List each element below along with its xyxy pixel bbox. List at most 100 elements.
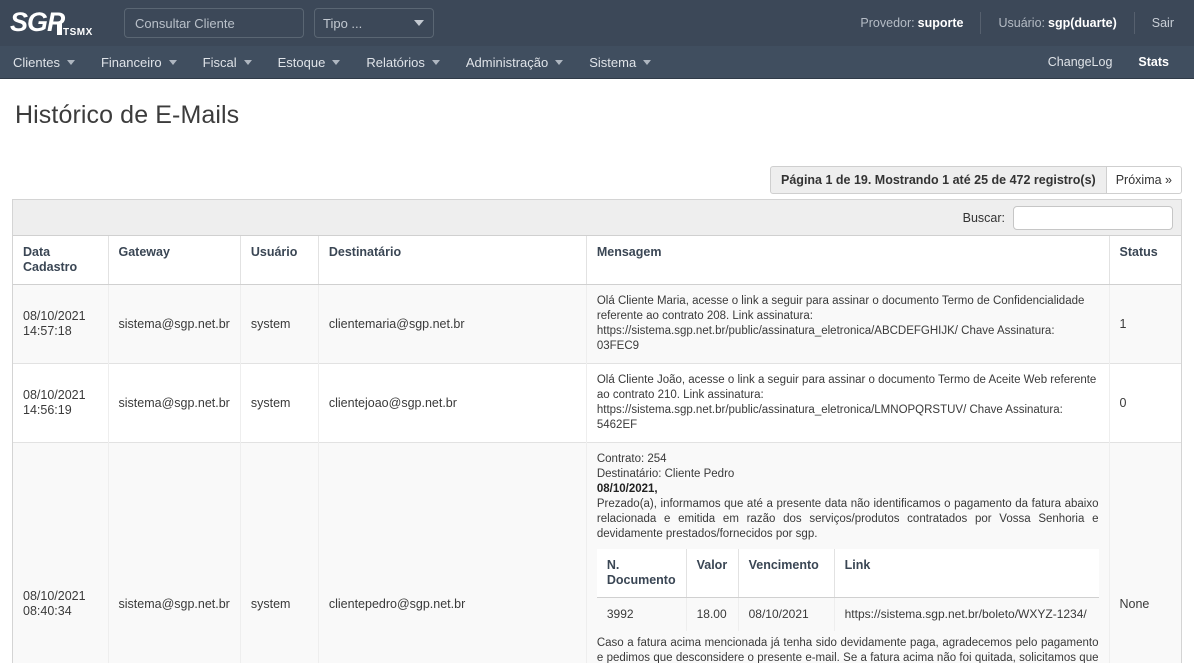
msg-paragraph-1: Prezado(a), informamos que até a present… bbox=[597, 497, 1099, 542]
pagination-info: Página 1 de 19. Mostrando 1 até 25 de 47… bbox=[770, 166, 1107, 194]
invoice-col-doc-line2: Documento bbox=[607, 573, 676, 588]
nav-label-financeiro: Financeiro bbox=[101, 55, 162, 70]
nav-item-stats[interactable]: Stats bbox=[1125, 46, 1182, 79]
invoice-table: N. Documento Valor Vencimento Link bbox=[597, 549, 1099, 631]
nav-item-financeiro[interactable]: Financeiro bbox=[88, 46, 190, 79]
nav-label-fiscal: Fiscal bbox=[203, 55, 237, 70]
cell-destinatario: clientepedro@sgp.net.br bbox=[318, 443, 586, 663]
invoice-col-documento: N. Documento bbox=[597, 549, 686, 598]
email-history-table: Data Cadastro Gateway Usuário Destinatár… bbox=[13, 236, 1181, 663]
datatable-toolbar: Buscar: bbox=[13, 200, 1181, 236]
column-header-destinatario[interactable]: Destinatário bbox=[318, 236, 586, 285]
table-row[interactable]: 08/10/2021 08:40:34 sistema@sgp.net.br s… bbox=[13, 443, 1181, 663]
cell-data-cadastro: 08/10/2021 14:57:18 bbox=[13, 285, 108, 364]
nav-item-sistema[interactable]: Sistema bbox=[576, 46, 664, 79]
cell-gateway: sistema@sgp.net.br bbox=[108, 364, 240, 443]
cell-data-cadastro: 08/10/2021 08:40:34 bbox=[13, 443, 108, 663]
invoice-col-link: Link bbox=[834, 549, 1098, 598]
nav-label-clientes: Clientes bbox=[13, 55, 60, 70]
datatable-container: Buscar: Data Cadastro Gateway Usuário De… bbox=[12, 199, 1182, 663]
nav-item-fiscal[interactable]: Fiscal bbox=[190, 46, 265, 79]
column-header-mensagem[interactable]: Mensagem bbox=[586, 236, 1109, 285]
invoice-cell-link[interactable]: https://sistema.sgp.net.br/boleto/WXYZ-1… bbox=[834, 598, 1098, 632]
page-content: Histórico de E-Mails Página 1 de 19. Mos… bbox=[0, 101, 1194, 663]
top-header-bar: SGP TSMX Tipo ... Provedor: suporte Usuá… bbox=[0, 0, 1194, 46]
nav-label-estoque: Estoque bbox=[278, 55, 326, 70]
chevron-down-icon bbox=[67, 60, 75, 65]
nav-label-administracao: Administração bbox=[466, 55, 548, 70]
column-header-data-line1: Data bbox=[23, 245, 98, 260]
search-label: Buscar: bbox=[963, 211, 1005, 225]
user-value: sgp(duarte) bbox=[1048, 16, 1117, 30]
msg-contrato: Contrato: 254 bbox=[597, 452, 1099, 467]
invoice-cell-valor: 18.00 bbox=[686, 598, 738, 632]
invoice-cell-vencimento: 08/10/2021 bbox=[738, 598, 834, 632]
provider-info: Provedor: suporte bbox=[843, 12, 980, 34]
provider-label: Provedor: bbox=[860, 16, 914, 30]
invoice-table-body: 3992 18.00 08/10/2021 https://sistema.sg… bbox=[597, 598, 1099, 632]
invoice-row: 3992 18.00 08/10/2021 https://sistema.sg… bbox=[597, 598, 1099, 632]
row-time: 14:56:19 bbox=[23, 403, 98, 418]
pagination-controls: Página 1 de 19. Mostrando 1 até 25 de 47… bbox=[12, 166, 1182, 194]
chevron-down-icon bbox=[169, 60, 177, 65]
invoice-header-row: N. Documento Valor Vencimento Link bbox=[597, 549, 1099, 598]
user-label: Usuário: bbox=[998, 16, 1045, 30]
column-header-status[interactable]: Status bbox=[1109, 236, 1181, 285]
row-date: 08/10/2021 bbox=[23, 309, 98, 324]
cell-destinatario: clientemaria@sgp.net.br bbox=[318, 285, 586, 364]
cell-status: 0 bbox=[1109, 364, 1181, 443]
table-header: Data Cadastro Gateway Usuário Destinatár… bbox=[13, 236, 1181, 285]
nav-item-clientes[interactable]: Clientes bbox=[0, 46, 88, 79]
page-title: Histórico de E-Mails bbox=[15, 101, 1182, 130]
main-navigation-bar: Clientes Financeiro Fiscal Estoque Relat… bbox=[0, 46, 1194, 79]
header-right-group: Provedor: suporte Usuário: sgp(duarte) S… bbox=[843, 0, 1180, 46]
column-header-gateway[interactable]: Gateway bbox=[108, 236, 240, 285]
cell-mensagem: Olá Cliente Maria, acesse o link a segui… bbox=[586, 285, 1109, 364]
invoice-cell-documento: 3992 bbox=[597, 598, 686, 632]
cell-data-cadastro: 08/10/2021 14:56:19 bbox=[13, 364, 108, 443]
cell-usuario: system bbox=[240, 443, 318, 663]
nav-item-administracao[interactable]: Administração bbox=[453, 46, 576, 79]
invoice-table-header: N. Documento Valor Vencimento Link bbox=[597, 549, 1099, 598]
cell-mensagem-detailed: Contrato: 254 Destinatário: Cliente Pedr… bbox=[586, 443, 1109, 663]
chevron-down-icon bbox=[332, 60, 340, 65]
cell-destinatario: clientejoao@sgp.net.br bbox=[318, 364, 586, 443]
chevron-down-icon bbox=[244, 60, 252, 65]
nav-label-relatorios: Relatórios bbox=[366, 55, 425, 70]
column-header-usuario[interactable]: Usuário bbox=[240, 236, 318, 285]
search-client-input[interactable] bbox=[124, 8, 304, 38]
logout-link[interactable]: Sair bbox=[1134, 12, 1180, 34]
nav-item-changelog[interactable]: ChangeLog bbox=[1035, 46, 1126, 79]
row-time: 14:57:18 bbox=[23, 324, 98, 339]
nav-item-estoque[interactable]: Estoque bbox=[265, 46, 354, 79]
table-body: 08/10/2021 14:57:18 sistema@sgp.net.br s… bbox=[13, 285, 1181, 663]
chevron-down-icon bbox=[432, 60, 440, 65]
column-header-data-cadastro[interactable]: Data Cadastro bbox=[13, 236, 108, 285]
cell-gateway: sistema@sgp.net.br bbox=[108, 443, 240, 663]
provider-value: suporte bbox=[918, 16, 964, 30]
cell-status: 1 bbox=[1109, 285, 1181, 364]
pagination-next-button[interactable]: Próxima » bbox=[1107, 166, 1182, 194]
type-select-label: Tipo ... bbox=[323, 16, 362, 31]
nav-label-sistema: Sistema bbox=[589, 55, 636, 70]
column-header-data-line2: Cadastro bbox=[23, 260, 98, 275]
cell-mensagem: Olá Cliente João, acesse o link a seguir… bbox=[586, 364, 1109, 443]
nav-right-group: ChangeLog Stats bbox=[1035, 46, 1182, 79]
cell-gateway: sistema@sgp.net.br bbox=[108, 285, 240, 364]
chevron-down-icon bbox=[643, 60, 651, 65]
table-row[interactable]: 08/10/2021 14:57:18 sistema@sgp.net.br s… bbox=[13, 285, 1181, 364]
chevron-down-icon bbox=[414, 20, 424, 26]
msg-date-bold: 08/10/2021, bbox=[597, 483, 658, 495]
sgp-logo[interactable]: SGP TSMX bbox=[10, 4, 106, 42]
invoice-col-vencimento: Vencimento bbox=[738, 549, 834, 598]
cell-status: None bbox=[1109, 443, 1181, 663]
type-select-dropdown[interactable]: Tipo ... bbox=[314, 8, 434, 38]
nav-item-relatorios[interactable]: Relatórios bbox=[353, 46, 453, 79]
invoice-col-doc-line1: N. bbox=[607, 558, 676, 573]
user-info: Usuário: sgp(duarte) bbox=[980, 12, 1133, 34]
msg-destinatario: Destinatário: Cliente Pedro bbox=[597, 467, 1099, 482]
svg-text:TSMX: TSMX bbox=[63, 27, 93, 38]
msg-paragraph-2: Caso a fatura acima mencionada já tenha … bbox=[597, 636, 1099, 663]
datatable-search-input[interactable] bbox=[1013, 206, 1173, 230]
table-row[interactable]: 08/10/2021 14:56:19 sistema@sgp.net.br s… bbox=[13, 364, 1181, 443]
